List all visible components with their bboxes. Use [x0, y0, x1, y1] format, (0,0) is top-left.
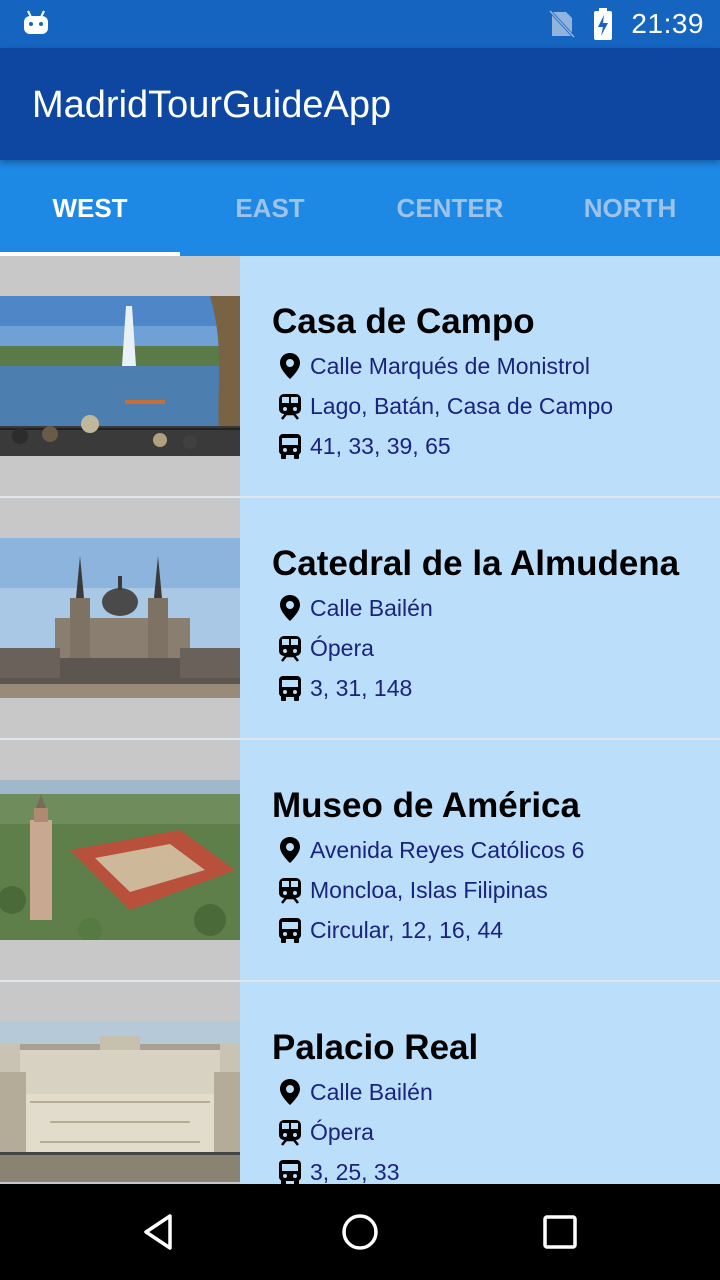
place-address: Calle Bailén	[310, 1078, 433, 1105]
app-bar: MadridTourGuideApp	[0, 48, 720, 160]
tab-bar: WEST EAST CENTER NORTH	[0, 160, 720, 256]
tab-west[interactable]: WEST	[0, 160, 180, 256]
place-image-frame	[0, 982, 240, 1184]
back-icon[interactable]	[136, 1208, 184, 1256]
battery-charging-icon	[594, 8, 613, 40]
address-row: Calle Marqués de Monistrol	[272, 346, 613, 386]
places-list[interactable]: Casa de Campo Calle Marqués de Monistrol…	[0, 256, 720, 1184]
location-pin-icon	[280, 595, 300, 621]
list-item[interactable]: Catedral de la Almudena Calle Bailén Ópe…	[0, 498, 720, 740]
location-pin-icon	[280, 1079, 300, 1105]
list-item[interactable]: Casa de Campo Calle Marqués de Monistrol…	[0, 256, 720, 498]
place-address: Avenida Reyes Católicos 6	[310, 836, 585, 863]
place-bus: 3, 31, 148	[310, 674, 413, 701]
place-image	[0, 296, 240, 456]
place-image	[0, 780, 240, 940]
place-name: Casa de Campo	[272, 302, 535, 341]
bus-row: 3, 25, 33	[272, 1152, 478, 1184]
place-image-frame	[0, 256, 240, 496]
metro-icon	[279, 1120, 301, 1146]
place-info: Palacio Real Calle Bailén Ópera 3, 25, 3…	[272, 1026, 478, 1184]
recents-icon[interactable]	[536, 1208, 584, 1256]
place-bus: 3, 25, 33	[310, 1158, 400, 1185]
no-sim-icon	[549, 10, 576, 38]
place-info: Casa de Campo Calle Marqués de Monistrol…	[272, 300, 613, 466]
bus-row: 3, 31, 148	[272, 668, 679, 708]
place-image	[0, 1022, 240, 1182]
bus-icon	[279, 918, 301, 943]
metro-icon	[279, 878, 301, 904]
place-name: Museo de América	[272, 786, 580, 825]
address-row: Avenida Reyes Católicos 6	[272, 830, 584, 870]
address-row: Calle Bailén	[272, 1072, 478, 1112]
bus-row: Circular, 12, 16, 44	[272, 910, 584, 950]
list-item[interactable]: Palacio Real Calle Bailén Ópera 3, 25, 3…	[0, 982, 720, 1184]
navigation-bar	[0, 1184, 720, 1280]
app-title: MadridTourGuideApp	[32, 84, 392, 126]
location-pin-icon	[280, 837, 300, 863]
list-item[interactable]: Museo de América Avenida Reyes Católicos…	[0, 740, 720, 982]
place-name: Palacio Real	[272, 1028, 479, 1067]
place-image-frame	[0, 498, 240, 738]
bus-icon	[279, 434, 301, 459]
place-address: Calle Bailén	[310, 594, 433, 621]
place-metro: Ópera	[310, 634, 374, 661]
bus-row: 41, 33, 39, 65	[272, 426, 613, 466]
address-row: Calle Bailén	[272, 588, 679, 628]
place-image	[0, 538, 240, 698]
location-pin-icon	[280, 353, 300, 379]
place-address: Calle Marqués de Monistrol	[310, 352, 590, 379]
metro-row: Lago, Batán, Casa de Campo	[272, 386, 613, 426]
place-bus: Circular, 12, 16, 44	[310, 916, 504, 943]
metro-row: Moncloa, Islas Filipinas	[272, 870, 584, 910]
tab-north[interactable]: NORTH	[540, 160, 720, 256]
place-metro: Lago, Batán, Casa de Campo	[310, 392, 614, 419]
place-name: Catedral de la Almudena	[272, 544, 680, 583]
place-image-frame	[0, 740, 240, 980]
bus-icon	[279, 1160, 301, 1184]
metro-icon	[279, 636, 301, 662]
tab-center[interactable]: CENTER	[360, 160, 540, 256]
place-info: Museo de América Avenida Reyes Católicos…	[272, 784, 584, 950]
status-time: 21:39	[631, 8, 704, 39]
home-icon[interactable]	[336, 1208, 384, 1256]
place-metro: Moncloa, Islas Filipinas	[310, 876, 548, 903]
place-bus: 41, 33, 39, 65	[310, 432, 451, 459]
bus-icon	[279, 676, 301, 701]
place-info: Catedral de la Almudena Calle Bailén Ópe…	[272, 542, 679, 708]
status-bar: 21:39	[0, 0, 720, 48]
place-metro: Ópera	[310, 1118, 374, 1145]
metro-row: Ópera	[272, 628, 679, 668]
metro-row: Ópera	[272, 1112, 478, 1152]
metro-icon	[279, 394, 301, 420]
android-icon	[24, 10, 48, 34]
tab-east[interactable]: EAST	[180, 160, 360, 256]
